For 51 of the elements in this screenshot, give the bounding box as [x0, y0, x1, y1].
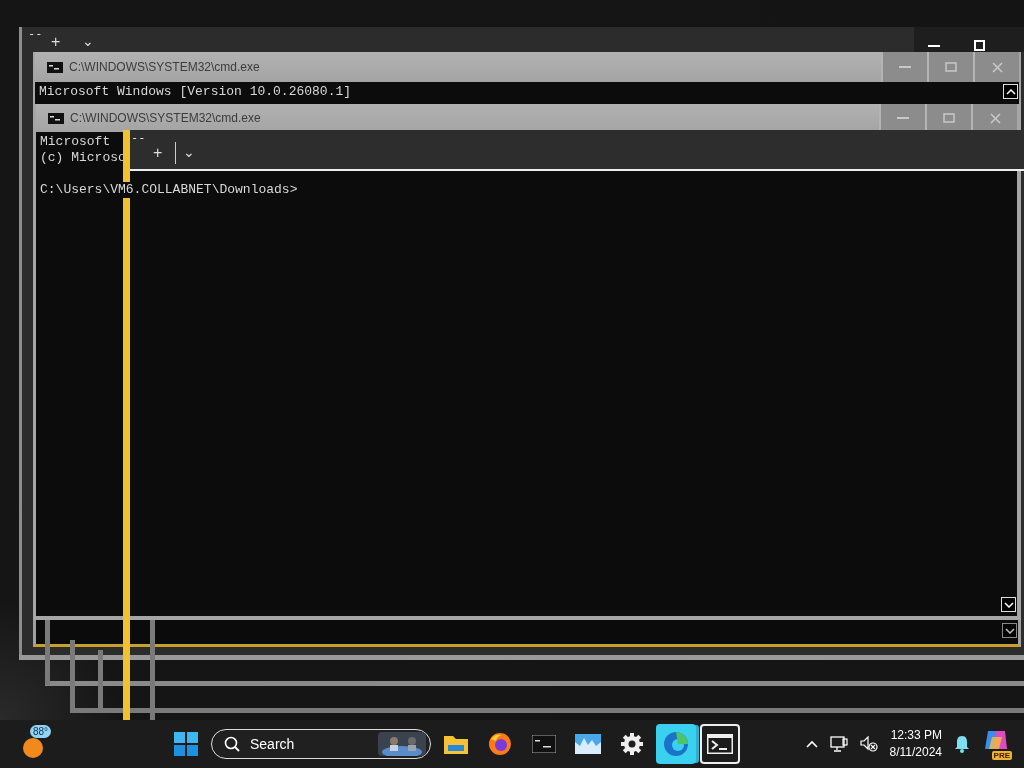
new-tab-button[interactable]: +	[153, 145, 163, 161]
folder-icon	[443, 733, 469, 755]
console-icon	[532, 735, 556, 753]
settings-icon	[620, 732, 644, 756]
chevron-down-icon	[1004, 627, 1015, 634]
close-button[interactable]	[971, 104, 1017, 132]
new-tab-button[interactable]: +	[51, 34, 61, 50]
tab-dropdown-button[interactable]: ⌄	[82, 34, 94, 48]
console-line: Microsoft Windows [Version 10.0.26080.1]	[39, 84, 352, 100]
tab-dropdown-button[interactable]: ⌄	[183, 145, 195, 159]
search-field[interactable]: Search	[211, 729, 431, 759]
bell-icon[interactable]	[954, 735, 970, 753]
console-icon	[48, 112, 64, 124]
taskbar-app[interactable]	[700, 724, 740, 764]
chart-icon	[575, 734, 601, 754]
maximize-icon	[943, 113, 955, 123]
maximize-icon[interactable]	[974, 40, 985, 51]
close-icon	[989, 112, 1001, 124]
console-line: Microsoft	[40, 134, 111, 150]
temperature-badge: 88°	[30, 725, 52, 738]
corner-mark: --	[131, 132, 146, 144]
copilot-button[interactable]: PRE	[982, 729, 1010, 759]
copilot-icon	[984, 729, 1008, 751]
window-title: C:\WINDOWS\SYSTEM32\cmd.exe	[69, 60, 260, 74]
edge-icon	[663, 731, 689, 757]
browser-icon	[488, 732, 512, 756]
maximize-icon	[945, 62, 957, 72]
minimize-icon[interactable]	[928, 44, 940, 48]
minimize-icon	[899, 65, 911, 69]
command-prompt: C:\Users\VM6.COLLABNET\Downloads>	[40, 182, 298, 198]
minimize-button[interactable]	[879, 104, 925, 132]
scroll-down-button[interactable]	[1002, 623, 1017, 638]
muted-speaker-icon[interactable]	[859, 736, 878, 752]
weather-icon[interactable]	[22, 737, 44, 759]
console-icon	[47, 61, 63, 73]
maximize-button[interactable]	[925, 104, 971, 132]
minimize-icon	[897, 116, 909, 120]
network-icon[interactable]	[829, 736, 848, 752]
chevron-down-icon	[1003, 601, 1014, 608]
corner-mark: --	[28, 28, 43, 40]
clock[interactable]: 12:33 PM 8/11/2024	[889, 727, 942, 761]
start-icon[interactable]	[174, 732, 198, 756]
chevron-up-icon[interactable]	[805, 740, 818, 748]
close-icon	[991, 61, 1003, 73]
window-title: C:\WINDOWS\SYSTEM32\cmd.exe	[70, 111, 261, 125]
preview-badge: PRE	[991, 751, 1012, 760]
search-icon	[224, 736, 240, 752]
scroll-up-button[interactable]	[1003, 84, 1018, 99]
terminal-icon	[707, 734, 733, 754]
console-line: (c) Microso	[40, 150, 126, 166]
chevron-up-icon	[1005, 88, 1016, 95]
